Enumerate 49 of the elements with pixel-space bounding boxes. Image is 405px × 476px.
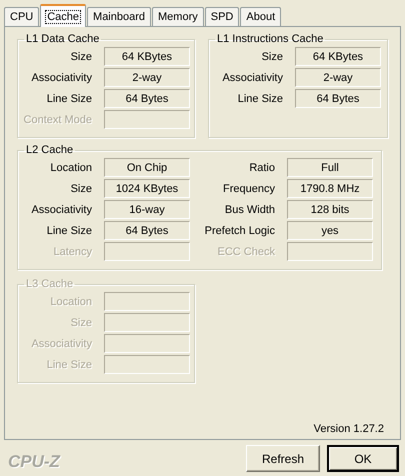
field-label: Associativity — [31, 204, 92, 216]
version-text: Version 1.27.2 — [314, 423, 384, 435]
tab[interactable]: Memory — [152, 7, 204, 26]
tab[interactable]: CPU — [4, 7, 40, 26]
field-label: ECC Check — [218, 246, 275, 258]
field-label: Latency — [53, 246, 92, 258]
field-label: Prefetch Logic — [204, 224, 275, 236]
value-field: 64 Bytes — [104, 89, 190, 108]
field-label: Ratio — [249, 162, 275, 174]
field-label: Size — [70, 50, 92, 62]
value-field: 16-way — [104, 200, 190, 219]
dialog-button[interactable]: OK — [327, 445, 399, 472]
field-label: Line Size — [46, 358, 92, 370]
value-field: 1024 KBytes — [104, 179, 190, 198]
field-label: Associativity — [31, 338, 92, 350]
field-label: Frequency — [223, 182, 275, 194]
field-label: Bus Width — [224, 204, 275, 216]
group-title: L1 Instructions Cache — [216, 33, 324, 45]
field-label: Associativity — [31, 72, 92, 84]
value-field: 2-way — [295, 68, 381, 87]
value-field: 64 Bytes — [104, 221, 190, 240]
tab[interactable]: SPD — [204, 7, 240, 26]
field-label: Size — [262, 50, 283, 62]
app-logo: CPU-Z — [8, 452, 60, 472]
field-label: Size — [70, 182, 92, 194]
value-field: 128 bits — [287, 200, 373, 219]
tab[interactable]: About — [240, 7, 282, 26]
group-title: L3 Cache — [25, 278, 74, 290]
value-field: 64 Bytes — [295, 89, 381, 108]
value-field: 2-way — [104, 68, 190, 87]
field-label: Size — [70, 316, 92, 328]
field-label: Line Size — [46, 224, 92, 236]
field-label: Line Size — [238, 92, 283, 104]
tab[interactable]: Cache — [40, 4, 86, 27]
value-field: yes — [287, 221, 373, 240]
value-field: On Chip — [104, 158, 190, 177]
field-label: Associativity — [222, 72, 283, 84]
value-field: 64 KBytes — [295, 47, 381, 66]
field-label: Context Mode — [24, 114, 92, 126]
field-label: Location — [50, 162, 92, 174]
field-label: Location — [50, 296, 92, 308]
field-label: Line Size — [46, 92, 92, 104]
value-field: 64 KBytes — [104, 47, 190, 66]
value-field: Full — [287, 158, 373, 177]
group-title: L2 Cache — [25, 144, 74, 156]
dialog-button[interactable]: Refresh — [246, 445, 320, 472]
value-field: 1790.8 MHz — [287, 179, 373, 198]
tab[interactable]: Mainboard — [87, 7, 152, 26]
group-title: L1 Data Cache — [25, 33, 100, 45]
